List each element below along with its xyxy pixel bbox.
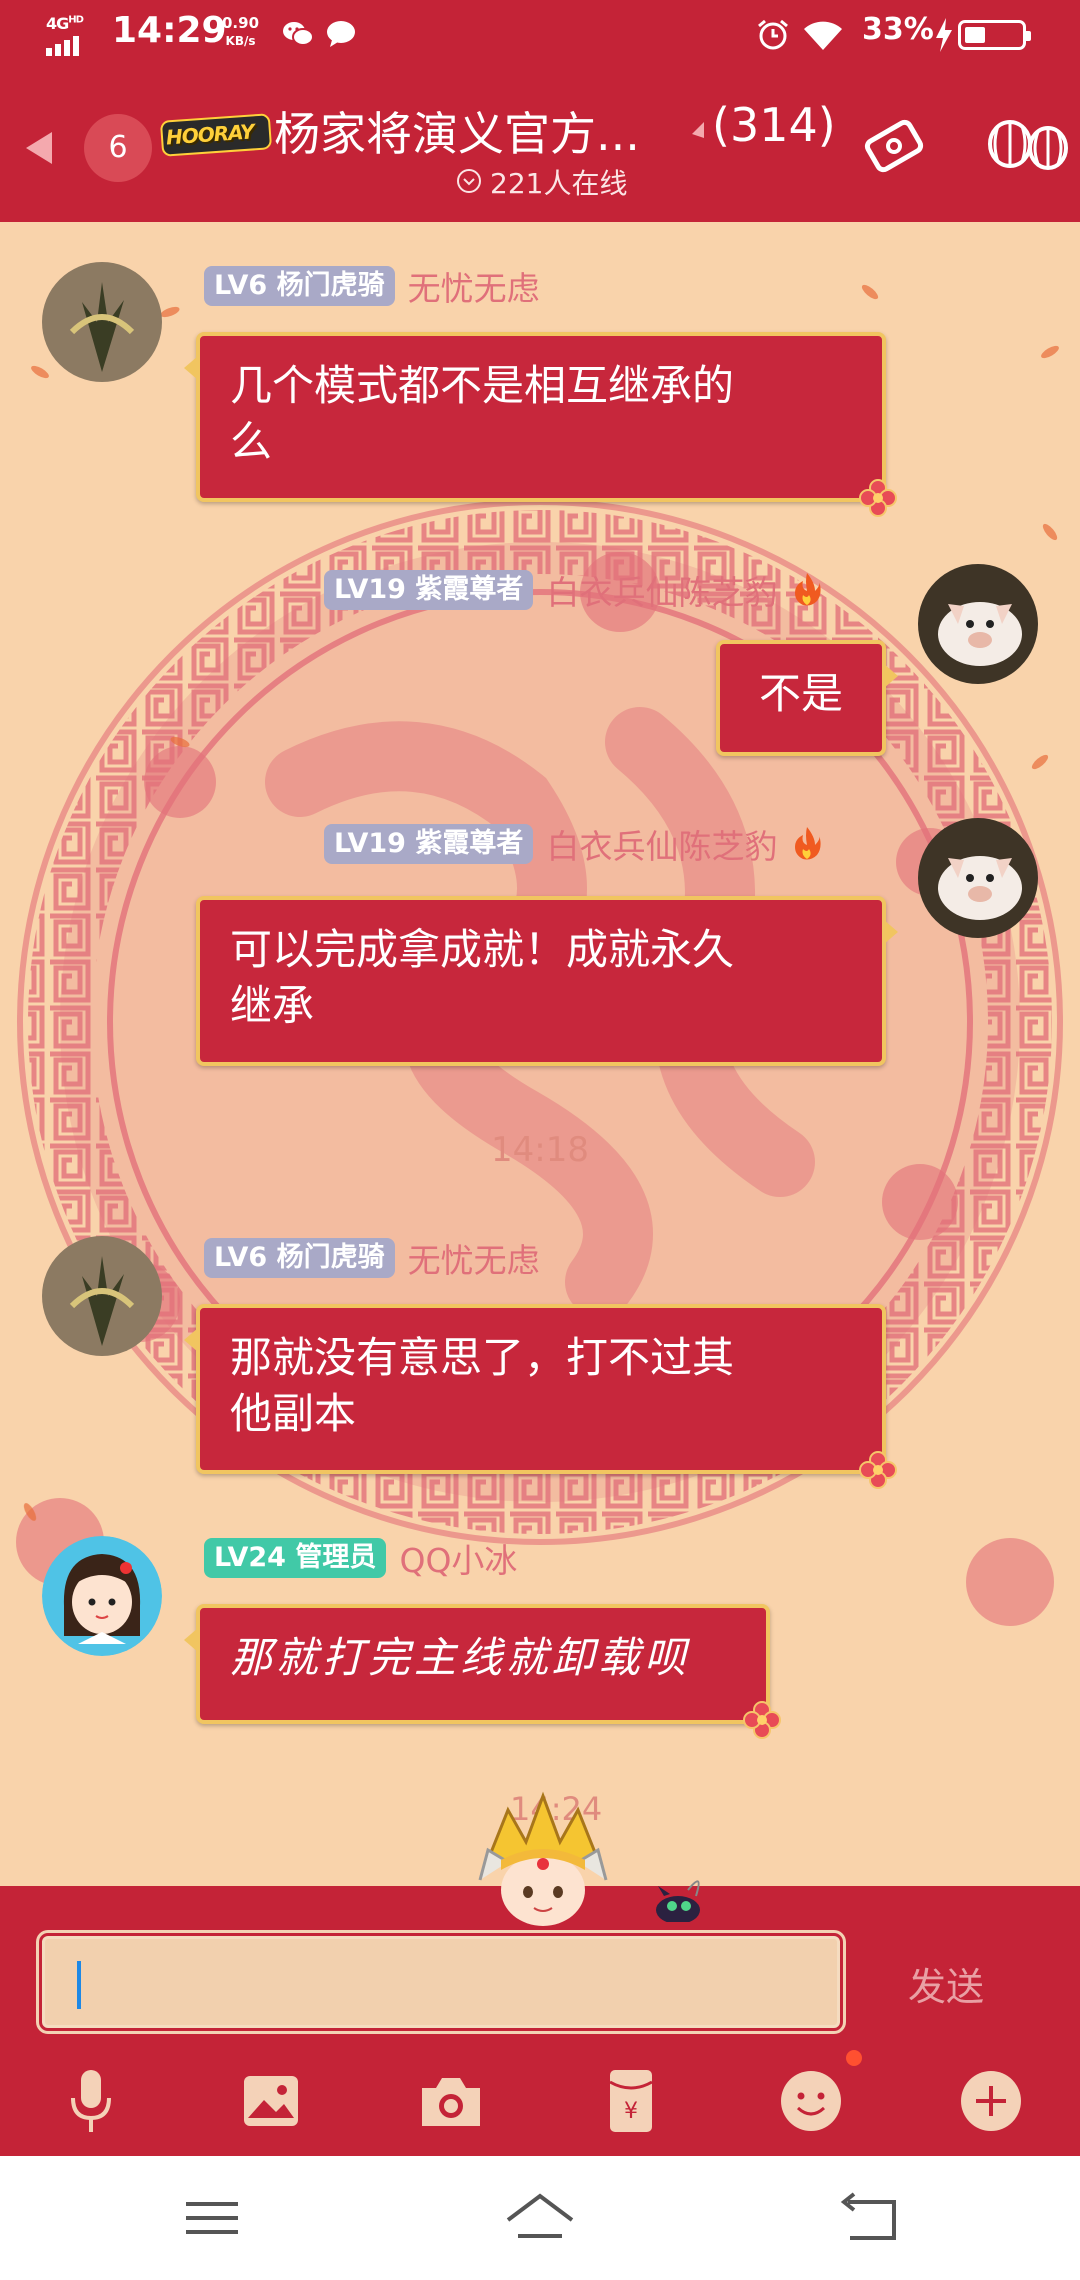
message-bubble[interactable]: 那就打完主线就卸载呗 bbox=[184, 1604, 781, 1739]
network-speed: 0.90 KB/s bbox=[222, 14, 260, 48]
lantern-menu-icon[interactable] bbox=[986, 110, 1070, 180]
hooray-logo: HOORAY bbox=[159, 108, 274, 162]
charging-icon bbox=[936, 18, 952, 52]
send-button[interactable]: 发送 bbox=[908, 1956, 984, 2011]
sender-nickname[interactable]: QQ小冰 bbox=[399, 1534, 517, 1582]
sender-nickname[interactable]: 白衣兵仙陈芝豹 bbox=[546, 566, 777, 614]
blossom-icon bbox=[743, 1701, 781, 1739]
battery-icon bbox=[958, 20, 1031, 50]
level-badge: LV19 紫霞尊者 bbox=[324, 824, 534, 864]
message-bubble[interactable]: 不是 bbox=[716, 640, 898, 756]
mascot-character[interactable] bbox=[468, 1790, 618, 1926]
network-indicator: 4GHD bbox=[46, 14, 102, 56]
dropdown-caret-icon[interactable] bbox=[688, 122, 704, 138]
sender-name-line: LV24 管理员 QQ小冰 bbox=[204, 1534, 517, 1580]
sender-name-line: LV19 紫霞尊者 白衣兵仙陈芝豹 bbox=[324, 566, 821, 612]
unread-badge[interactable]: 6 bbox=[84, 114, 152, 182]
message-input[interactable] bbox=[39, 1933, 843, 2031]
level-badge: LV24 管理员 bbox=[204, 1538, 387, 1578]
message-bubble[interactable]: 可以完成拿成就！成就永久 继承 bbox=[196, 896, 898, 1066]
avatar[interactable] bbox=[42, 1236, 162, 1356]
level-badge: LV19 紫霞尊者 bbox=[324, 570, 534, 610]
back-icon[interactable] bbox=[828, 2186, 908, 2250]
message-icon bbox=[327, 21, 355, 47]
sender-nickname[interactable]: 无忧无虑 bbox=[408, 262, 540, 310]
group-ticket-icon[interactable] bbox=[860, 112, 928, 180]
level-badge: LV6 杨门虎骑 bbox=[204, 1238, 395, 1278]
camera-icon[interactable] bbox=[416, 2066, 486, 2136]
image-icon[interactable] bbox=[236, 2066, 306, 2136]
avatar[interactable] bbox=[918, 564, 1038, 684]
message-bubble[interactable]: 那就没有意思了，打不过其 他副本 bbox=[184, 1304, 897, 1489]
timestamp: 14:18 bbox=[491, 1130, 589, 1170]
signal-icon bbox=[46, 36, 82, 56]
wifi-icon bbox=[804, 21, 842, 50]
level-badge: LV6 杨门虎骑 bbox=[204, 266, 395, 306]
emoji-icon[interactable] bbox=[776, 2066, 846, 2136]
avatar[interactable] bbox=[42, 1536, 162, 1656]
top-bar: 4GHD 14:29 0.90 KB/s 33% 6 HOORAY 杨家将演义官方… bbox=[0, 0, 1080, 222]
sender-name-line: LV19 紫霞尊者 白衣兵仙陈芝豹 bbox=[324, 820, 821, 866]
online-chevron-icon bbox=[457, 169, 481, 193]
small-creature-icon bbox=[656, 1880, 700, 1922]
status-bar: 4GHD 14:29 0.90 KB/s 33% bbox=[0, 0, 1080, 70]
alarm-icon bbox=[758, 19, 788, 50]
menu-icon[interactable] bbox=[172, 2186, 252, 2250]
input-bar: 发送 ¥ bbox=[0, 1886, 1080, 2156]
fire-icon bbox=[794, 827, 821, 860]
avatar[interactable] bbox=[918, 818, 1038, 938]
red-packet-icon[interactable]: ¥ bbox=[596, 2066, 666, 2136]
avatar[interactable] bbox=[42, 262, 162, 382]
home-icon[interactable] bbox=[500, 2186, 580, 2250]
member-count[interactable]: (314) bbox=[712, 98, 836, 152]
group-title[interactable]: 杨家将演义官方... bbox=[274, 98, 640, 164]
blossom-icon bbox=[859, 1451, 897, 1489]
svg-text:¥: ¥ bbox=[624, 2099, 638, 2124]
text-caret bbox=[77, 1961, 81, 2009]
battery-percent: 33% bbox=[862, 12, 934, 47]
microphone-icon[interactable] bbox=[56, 2066, 126, 2136]
online-count[interactable]: 221人在线 bbox=[490, 162, 627, 202]
sender-name-line: LV6 杨门虎骑 无忧无虑 bbox=[204, 1234, 540, 1280]
wechat-icon bbox=[283, 22, 314, 46]
back-arrow-icon[interactable] bbox=[20, 128, 60, 168]
notification-dot bbox=[846, 2050, 862, 2066]
sender-name-line: LV6 杨门虎骑 无忧无虑 bbox=[204, 262, 540, 308]
plus-icon[interactable] bbox=[956, 2066, 1026, 2136]
fire-icon bbox=[794, 573, 821, 606]
message-bubble[interactable]: 几个模式都不是相互继承的 么 bbox=[184, 332, 897, 517]
blossom-icon bbox=[859, 479, 897, 517]
clock: 14:29 bbox=[112, 10, 227, 51]
sender-nickname[interactable]: 白衣兵仙陈芝豹 bbox=[546, 820, 777, 868]
sender-nickname[interactable]: 无忧无虑 bbox=[408, 1234, 540, 1282]
system-nav-bar bbox=[0, 2156, 1080, 2280]
